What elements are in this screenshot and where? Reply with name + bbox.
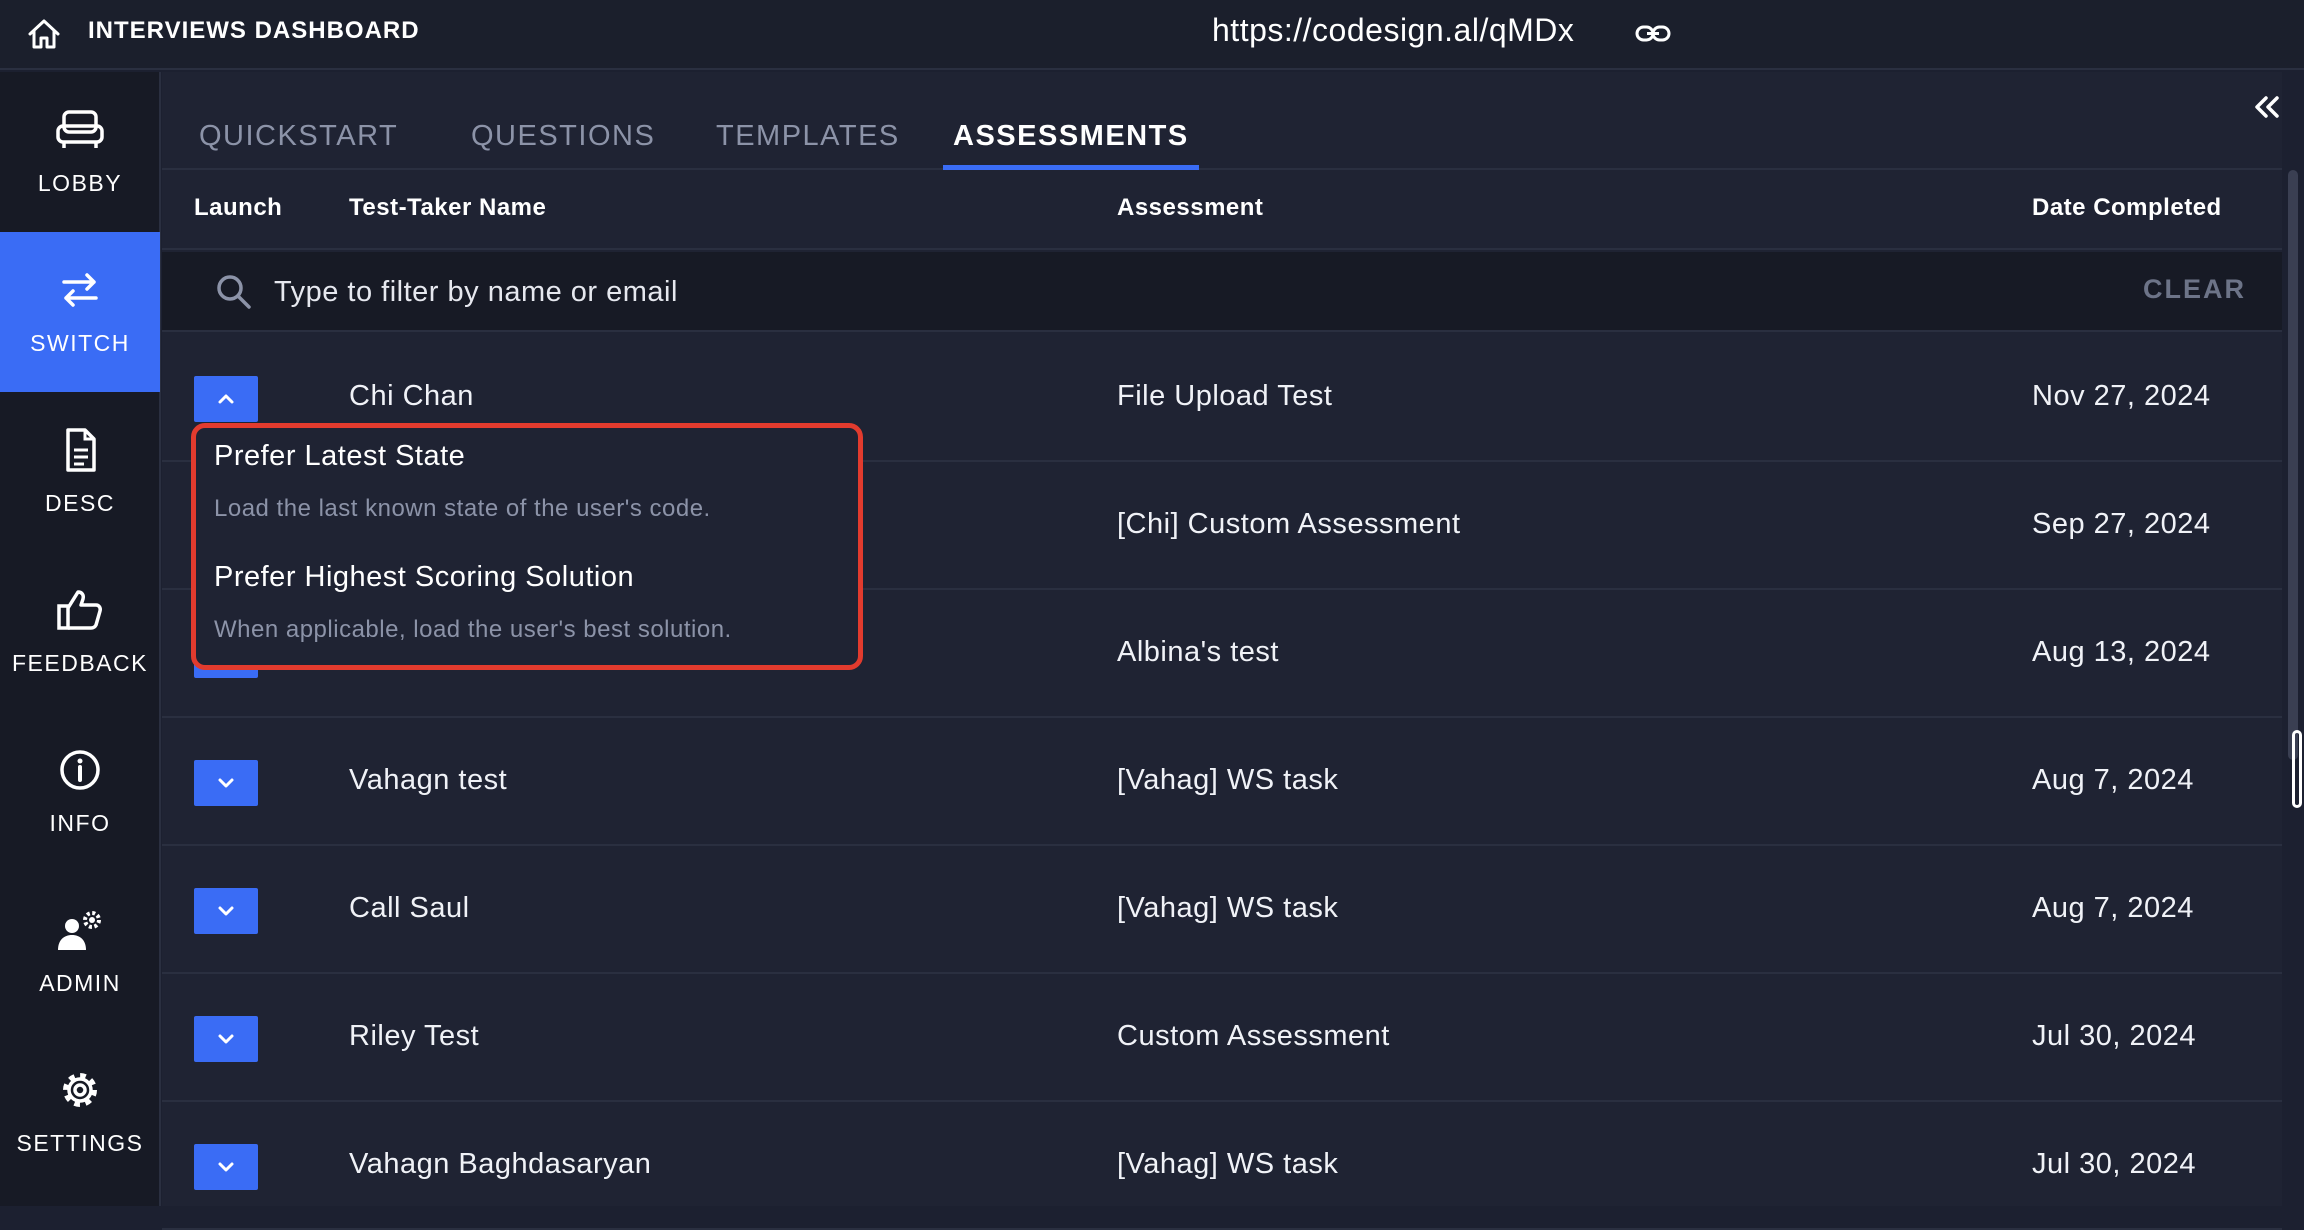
- sidebar: LOBBY SWITCH DESC FEEDBACK INFO ADMIN SE…: [0, 72, 161, 1206]
- user-gear-icon: [58, 911, 101, 950]
- sidebar-item-lobby[interactable]: LOBBY: [0, 72, 160, 232]
- scrollbar-handle[interactable]: [2292, 730, 2302, 808]
- option-title: Prefer Highest Scoring Solution: [214, 561, 635, 593]
- table-header: Launch Test-Taker Name Assessment Date C…: [162, 170, 2282, 250]
- header-launch: Launch: [194, 194, 283, 221]
- assessment-name: [Vahag] WS task: [1117, 892, 1339, 924]
- collapse-panel-icon[interactable]: [2246, 86, 2290, 130]
- switch-arrows-icon: [62, 273, 98, 307]
- table-row: Vahagn Baghdasaryan [Vahag] WS task Jul …: [162, 1102, 2282, 1230]
- assessment-name: File Upload Test: [1117, 380, 1333, 412]
- share-url[interactable]: https://codesign.al/qMDx: [1212, 12, 1574, 49]
- assessment-name: [Vahag] WS task: [1117, 764, 1339, 796]
- scrollbar-thumb[interactable]: [2288, 170, 2298, 760]
- document-icon: [66, 428, 96, 472]
- date-completed: Nov 27, 2024: [2032, 380, 2211, 412]
- sidebar-item-label: FEEDBACK: [12, 650, 148, 676]
- assessment-name: [Vahag] WS task: [1117, 1148, 1339, 1180]
- tab-assessments[interactable]: ASSESSMENTS: [943, 120, 1199, 170]
- tab-templates[interactable]: TEMPLATES: [706, 120, 910, 170]
- filter-input[interactable]: [272, 262, 2072, 322]
- sofa-icon: [56, 110, 104, 148]
- app-title: INTERVIEWS DASHBOARD: [88, 17, 420, 44]
- header-date[interactable]: Date Completed: [2032, 194, 2222, 222]
- chevron-down-icon: [218, 906, 234, 916]
- table-row: Call Saul [Vahag] WS task Aug 7, 2024: [162, 846, 2282, 974]
- option-title: Prefer Latest State: [214, 440, 466, 472]
- test-taker-name: Call Saul: [349, 892, 470, 924]
- option-description: When applicable, load the user's best so…: [214, 616, 732, 643]
- sidebar-item-feedback[interactable]: FEEDBACK: [0, 552, 160, 712]
- thumbs-up-icon: [57, 590, 102, 630]
- sidebar-item-label: INFO: [49, 810, 111, 836]
- assessment-name: Custom Assessment: [1117, 1020, 1390, 1052]
- tab-bar: QUICKSTART QUESTIONS TEMPLATES ASSESSMEN…: [162, 72, 2282, 170]
- chevron-down-icon: [218, 778, 234, 788]
- chevron-up-icon: [218, 394, 234, 404]
- clear-button[interactable]: CLEAR: [2143, 274, 2246, 305]
- test-taker-name: Chi Chan: [349, 380, 474, 412]
- date-completed: Sep 27, 2024: [2032, 508, 2211, 540]
- gear-icon: [63, 1073, 97, 1107]
- launch-options-menu: Prefer Latest State Load the last known …: [191, 423, 863, 670]
- launch-toggle-button[interactable]: [194, 1144, 258, 1190]
- sidebar-item-label: LOBBY: [37, 170, 123, 196]
- chevron-down-icon: [218, 1162, 234, 1172]
- tab-questions[interactable]: QUESTIONS: [461, 120, 665, 170]
- launch-toggle-button[interactable]: [194, 1016, 258, 1062]
- launch-toggle-button[interactable]: [194, 376, 258, 422]
- date-completed: Aug 13, 2024: [2032, 636, 2211, 668]
- top-bar: INTERVIEWS DASHBOARD https://codesign.al…: [0, 0, 2304, 70]
- tab-quickstart[interactable]: QUICKSTART: [189, 120, 408, 170]
- sidebar-item-label: SWITCH: [30, 330, 130, 356]
- date-completed: Jul 30, 2024: [2032, 1148, 2197, 1180]
- date-completed: Aug 7, 2024: [2032, 764, 2194, 796]
- option-prefer-highest-scoring[interactable]: Prefer Highest Scoring Solution When app…: [214, 561, 844, 644]
- launch-toggle-button[interactable]: [194, 888, 258, 934]
- sidebar-item-info[interactable]: INFO: [0, 712, 160, 872]
- test-taker-name: Vahagn test: [349, 764, 508, 796]
- search-icon: [217, 275, 251, 309]
- home-icon[interactable]: [24, 14, 64, 54]
- test-taker-name: Riley Test: [349, 1020, 480, 1052]
- sidebar-item-desc[interactable]: DESC: [0, 392, 160, 552]
- date-completed: Aug 7, 2024: [2032, 892, 2194, 924]
- sidebar-item-label: SETTINGS: [16, 1130, 144, 1156]
- test-taker-name: Vahagn Baghdasaryan: [349, 1148, 652, 1180]
- sidebar-item-admin[interactable]: ADMIN: [0, 872, 160, 1032]
- header-assessment[interactable]: Assessment: [1117, 194, 1263, 222]
- option-description: Load the last known state of the user's …: [214, 495, 711, 522]
- table-row: Riley Test Custom Assessment Jul 30, 202…: [162, 974, 2282, 1102]
- filter-bar: CLEAR: [162, 252, 2282, 332]
- launch-toggle-button[interactable]: [194, 760, 258, 806]
- link-icon[interactable]: [1634, 16, 1672, 52]
- option-prefer-latest-state[interactable]: Prefer Latest State Load the last known …: [214, 440, 844, 523]
- info-icon: [60, 750, 100, 790]
- assessment-name: Albina's test: [1117, 636, 1279, 668]
- header-name[interactable]: Test-Taker Name: [349, 194, 546, 222]
- sidebar-item-label: DESC: [45, 490, 115, 516]
- sidebar-item-settings[interactable]: SETTINGS: [0, 1032, 160, 1192]
- assessment-name: [Chi] Custom Assessment: [1117, 508, 1461, 540]
- sidebar-item-switch[interactable]: SWITCH: [0, 232, 160, 392]
- chevron-down-icon: [218, 1034, 234, 1044]
- date-completed: Jul 30, 2024: [2032, 1020, 2197, 1052]
- table-row: Vahagn test [Vahag] WS task Aug 7, 2024: [162, 718, 2282, 846]
- sidebar-item-label: ADMIN: [39, 970, 121, 996]
